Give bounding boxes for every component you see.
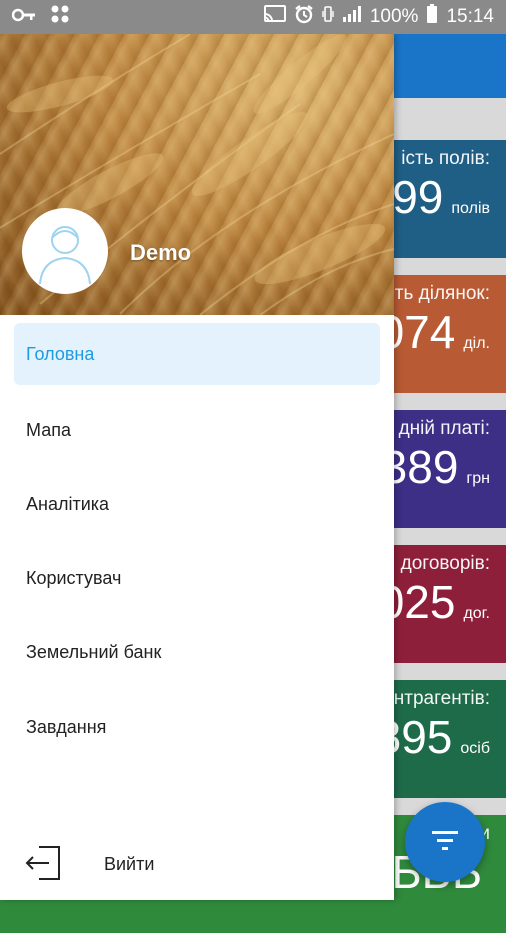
cast-icon — [263, 5, 286, 29]
signal-icon — [342, 5, 362, 29]
menu-item-land-bank[interactable]: Земельний банк — [14, 621, 380, 683]
avatar[interactable] — [22, 208, 108, 294]
stat-card-value: 025 дог. — [379, 575, 490, 629]
logout-icon — [25, 844, 63, 887]
stat-card-label: дній платі: — [398, 418, 490, 439]
menu-item-home[interactable]: Головна — [14, 323, 380, 385]
stat-card-label: договорів: — [400, 553, 490, 574]
menu-item-map[interactable]: Мапа — [14, 399, 380, 461]
stat-card-unit: грн — [466, 470, 490, 487]
drawer-header: Demo — [0, 34, 394, 315]
username: Demo — [130, 240, 192, 265]
clock: 15:14 — [446, 6, 494, 27]
stat-card-label: нтрагентів: — [393, 688, 490, 709]
alarm-icon — [294, 4, 314, 30]
stat-card-label: ть ділянок: — [394, 283, 490, 304]
stat-card-number: 99 — [392, 171, 444, 223]
logout-label: Вийти — [104, 854, 155, 874]
stat-card-unit: діл. — [463, 335, 490, 352]
stat-card-value: 389 грн — [382, 440, 490, 494]
stat-card-value: 074 діл. — [379, 305, 490, 359]
apps-icon — [50, 4, 70, 30]
stat-card-unit: осіб — [460, 740, 490, 757]
stat-card-unit: дог. — [463, 605, 490, 622]
user-icon — [30, 214, 100, 289]
key-icon — [11, 6, 36, 28]
stat-card-label: ість полів: — [401, 148, 490, 169]
navigation-drawer: Demo Головна Мапа Аналітика Користувач Земел… — [0, 34, 394, 900]
menu-item-user[interactable]: Користувач — [14, 547, 380, 609]
menu-item-analytics[interactable]: Аналітика — [14, 473, 380, 535]
status-bar: 100% 15:14 — [0, 0, 506, 34]
stat-card-unit: полів — [451, 200, 490, 217]
battery-icon — [426, 4, 438, 30]
menu-item-tasks[interactable]: Завдання — [14, 696, 380, 758]
stat-card-value: 99 полів — [392, 170, 490, 224]
filter-icon — [430, 829, 460, 856]
battery-percent: 100% — [369, 6, 419, 27]
logout-button[interactable]: Вийти — [0, 834, 394, 894]
filter-button[interactable] — [405, 802, 485, 882]
vibrate-icon — [322, 5, 334, 29]
